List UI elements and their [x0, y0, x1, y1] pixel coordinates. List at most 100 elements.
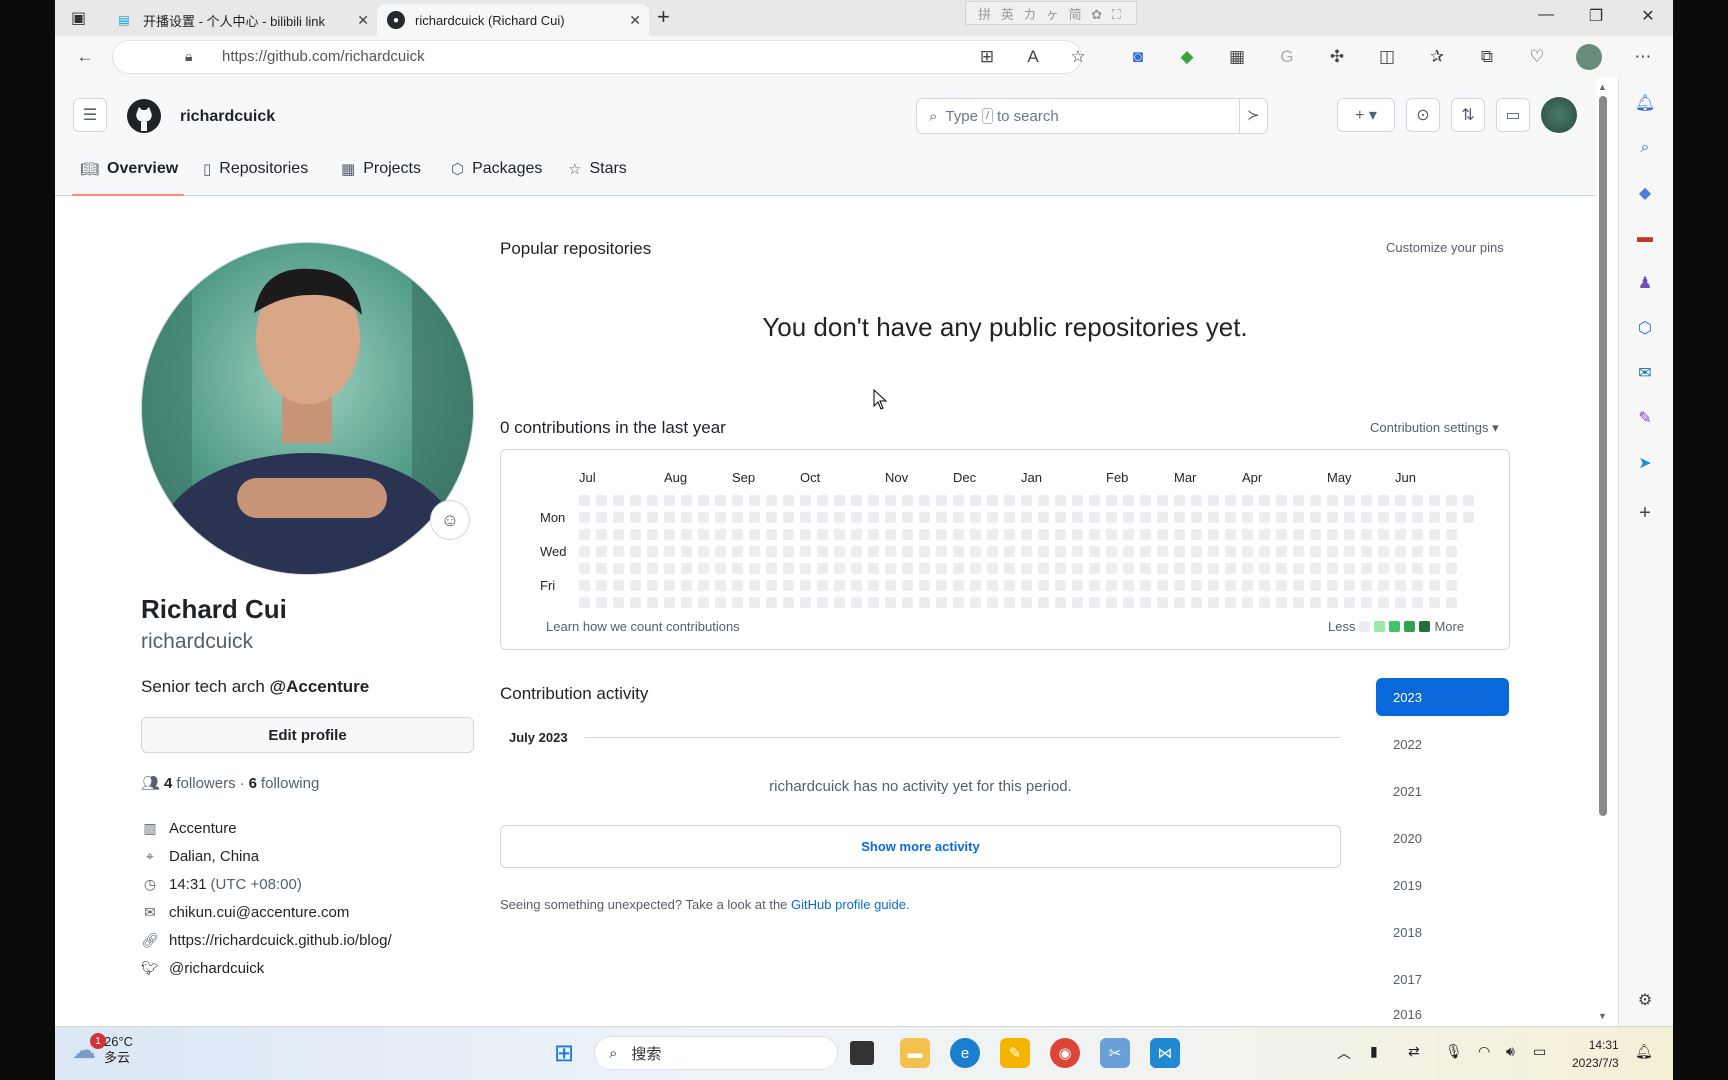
contribution-cell[interactable]	[647, 546, 658, 557]
chrome-icon[interactable]: ◉	[1050, 1038, 1080, 1068]
contribution-cell[interactable]	[1123, 512, 1134, 523]
contribution-cell[interactable]	[1157, 563, 1168, 574]
contribution-cell[interactable]	[834, 597, 845, 608]
contribution-cell[interactable]	[766, 512, 777, 523]
contribution-cell[interactable]	[868, 495, 879, 506]
windows-start-icon[interactable]: ⊞	[549, 1038, 579, 1068]
contribution-cell[interactable]	[664, 512, 675, 523]
user-avatar[interactable]	[1541, 97, 1577, 133]
contribution-cell[interactable]	[1174, 512, 1185, 523]
customize-pins-link[interactable]: Customize your pins	[1386, 240, 1504, 255]
contribution-cell[interactable]	[919, 563, 930, 574]
contribution-cell[interactable]	[1123, 580, 1134, 591]
contribution-cell[interactable]	[681, 563, 692, 574]
edge-browser-icon[interactable]: e	[950, 1038, 980, 1068]
contribution-cell[interactable]	[936, 495, 947, 506]
year-2020[interactable]: 2020	[1376, 819, 1509, 857]
contribution-cell[interactable]	[1089, 563, 1100, 574]
contribution-cell[interactable]	[1038, 563, 1049, 574]
contribution-cell[interactable]	[1395, 580, 1406, 591]
contribution-cell[interactable]	[817, 495, 828, 506]
contribution-cell[interactable]	[1327, 495, 1338, 506]
task-view-icon[interactable]	[850, 1041, 874, 1065]
contribution-cell[interactable]	[1446, 529, 1457, 540]
contribution-cell[interactable]	[902, 495, 913, 506]
tab-stars[interactable]: ☆ Stars	[568, 160, 627, 178]
contribution-cell[interactable]	[579, 563, 590, 574]
extension-translate-icon[interactable]: G	[1274, 44, 1300, 70]
contribution-cell[interactable]	[1327, 563, 1338, 574]
lock-icon[interactable]: 🔒︎	[185, 48, 192, 65]
contribution-cell[interactable]	[834, 580, 845, 591]
contribution-cell[interactable]	[1412, 512, 1423, 523]
maximize-icon[interactable]: ❐	[1581, 6, 1611, 26]
contribution-cell[interactable]	[1055, 597, 1066, 608]
contribution-cell[interactable]	[1242, 512, 1253, 523]
contribution-cell[interactable]	[885, 580, 896, 591]
contribution-cell[interactable]	[1446, 512, 1457, 523]
contribution-cell[interactable]	[1208, 529, 1219, 540]
contribution-cell[interactable]	[1429, 580, 1440, 591]
contribution-cell[interactable]	[1055, 512, 1066, 523]
contribution-cell[interactable]	[579, 580, 590, 591]
contribution-cell[interactable]	[1072, 546, 1083, 557]
contribution-cell[interactable]	[783, 580, 794, 591]
contribution-cell[interactable]	[766, 495, 777, 506]
contribution-cell[interactable]	[1361, 495, 1372, 506]
contribution-cell[interactable]	[1021, 495, 1032, 506]
tab-projects[interactable]: ▦ Projects	[341, 160, 421, 178]
contribution-cell[interactable]	[1174, 495, 1185, 506]
contribution-cell[interactable]	[1106, 529, 1117, 540]
contribution-cell[interactable]	[698, 546, 709, 557]
contribution-cell[interactable]	[1225, 529, 1236, 540]
contribution-cell[interactable]	[919, 495, 930, 506]
contribution-cell[interactable]	[851, 546, 862, 557]
contribution-cell[interactable]	[1038, 580, 1049, 591]
extensions-icon[interactable]: ✣	[1324, 44, 1350, 70]
microphone-icon[interactable]: 🎙︎	[1445, 1043, 1463, 1060]
contribution-cell[interactable]	[1174, 597, 1185, 608]
contribution-cell[interactable]	[1463, 495, 1474, 506]
contribution-cell[interactable]	[579, 512, 590, 523]
followers-count[interactable]: 4	[164, 775, 172, 792]
contribution-cell[interactable]	[987, 529, 998, 540]
favorite-star-icon[interactable]: ☆	[1065, 44, 1091, 70]
contribution-cell[interactable]	[1429, 529, 1440, 540]
contribution-cell[interactable]	[749, 512, 760, 523]
contribution-cell[interactable]	[613, 512, 624, 523]
email-link[interactable]: chikun.cui@accenture.com	[169, 904, 349, 921]
contribution-cell[interactable]	[851, 563, 862, 574]
contribution-cell[interactable]	[919, 512, 930, 523]
contribution-cell[interactable]	[919, 546, 930, 557]
contribution-cell[interactable]	[868, 597, 879, 608]
contribution-cell[interactable]	[1344, 563, 1355, 574]
contribution-cell[interactable]	[970, 529, 981, 540]
contribution-cell[interactable]	[1225, 495, 1236, 506]
contribution-cell[interactable]	[596, 563, 607, 574]
contribution-cell[interactable]	[579, 597, 590, 608]
contribution-cell[interactable]	[1446, 495, 1457, 506]
contribution-cell[interactable]	[1038, 546, 1049, 557]
contribution-cell[interactable]	[1021, 546, 1032, 557]
contribution-cell[interactable]	[1089, 495, 1100, 506]
year-2023[interactable]: 2023	[1376, 678, 1509, 716]
search-input[interactable]: ⌕ Type / to search ≻	[916, 98, 1268, 134]
contribution-cell[interactable]	[1055, 495, 1066, 506]
contribution-cell[interactable]	[834, 546, 845, 557]
contribution-cell[interactable]	[1072, 563, 1083, 574]
contribution-cell[interactable]	[1429, 563, 1440, 574]
split-screen-icon[interactable]: ◫	[1374, 44, 1400, 70]
contribution-cell[interactable]	[1038, 512, 1049, 523]
profile-email[interactable]: ✉ chikun.cui@accenture.com	[141, 904, 349, 921]
extension-download-icon[interactable]: ◆	[1174, 44, 1200, 70]
contribution-cell[interactable]	[630, 546, 641, 557]
contribution-cell[interactable]	[681, 529, 692, 540]
contribution-cell[interactable]	[1276, 580, 1287, 591]
contribution-cell[interactable]	[1259, 495, 1270, 506]
contribution-cell[interactable]	[1344, 597, 1355, 608]
contribution-cell[interactable]	[1310, 495, 1321, 506]
contribution-cell[interactable]	[1106, 597, 1117, 608]
contribution-cell[interactable]	[1191, 546, 1202, 557]
contribution-cell[interactable]	[1276, 563, 1287, 574]
contribution-cell[interactable]	[902, 546, 913, 557]
